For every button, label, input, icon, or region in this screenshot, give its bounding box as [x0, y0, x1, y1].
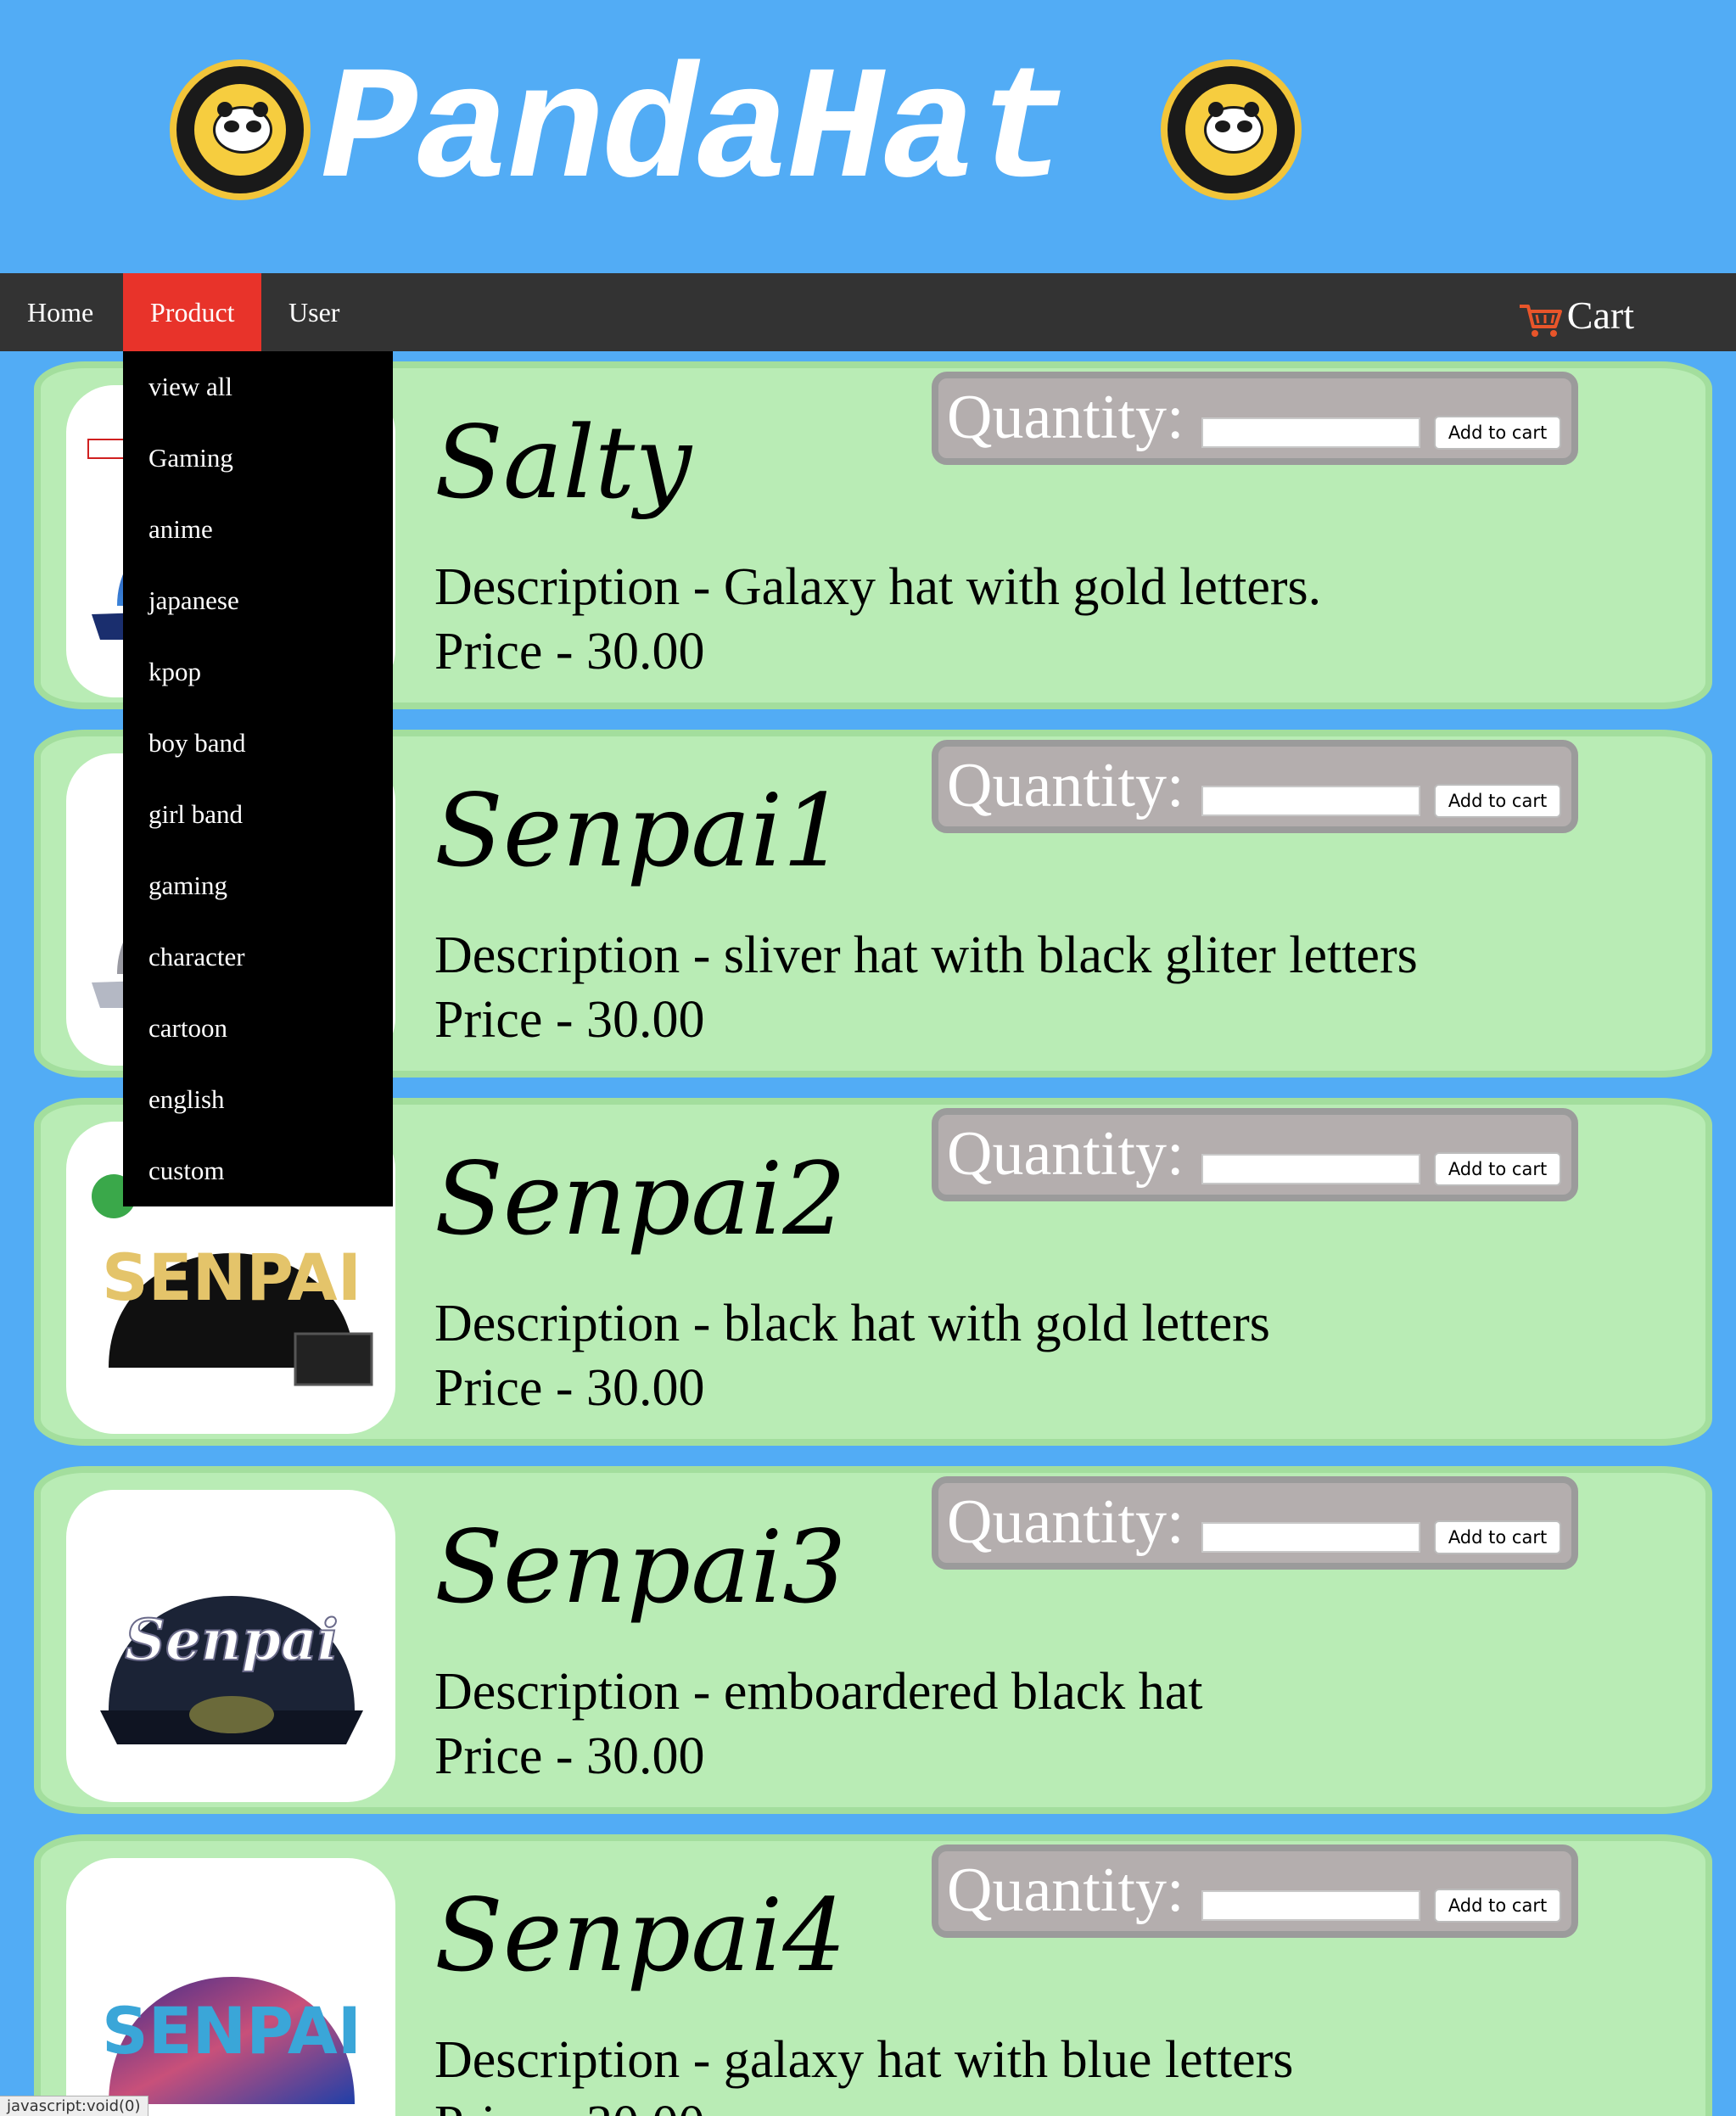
quantity-input[interactable]	[1201, 1890, 1420, 1921]
product-image[interactable]: SENPAI	[66, 1858, 395, 2116]
add-to-cart-button[interactable]: Add to cart	[1434, 784, 1561, 818]
dropdown-item-custom[interactable]: custom	[123, 1135, 393, 1206]
dropdown-item-girl-band[interactable]: girl band	[123, 779, 393, 850]
quantity-label: Quantity:	[947, 383, 1184, 452]
dropdown-item-cartoon[interactable]: cartoon	[123, 993, 393, 1064]
product-price: Price - 30.00	[434, 991, 705, 1049]
product-description: Description - Galaxy hat with gold lette…	[434, 558, 1322, 616]
shopping-cart-icon	[1518, 300, 1564, 338]
nav-cart[interactable]: Cart	[1518, 290, 1634, 341]
add-to-cart-button[interactable]: Add to cart	[1434, 1520, 1561, 1554]
product-description: Description - galaxy hat with blue lette…	[434, 2031, 1294, 2089]
svg-text:Senpai: Senpai	[125, 1607, 339, 1673]
product-name[interactable]: Senpai4	[434, 1872, 846, 1999]
hat-image-black-embroidered: Senpai	[100, 1596, 363, 1744]
dropdown-item-kpop[interactable]: kpop	[123, 636, 393, 708]
product-description: Description - black hat with gold letter…	[434, 1295, 1270, 1352]
quantity-box: Quantity: Add to cart	[932, 372, 1578, 465]
nav-home[interactable]: Home	[0, 273, 123, 351]
quantity-input[interactable]	[1201, 1154, 1420, 1184]
product-image[interactable]: Senpai	[66, 1490, 395, 1802]
panda-logo-right[interactable]	[1161, 59, 1302, 200]
svg-text:SENPAI: SENPAI	[102, 1240, 361, 1315]
dropdown-item-gaming[interactable]: gaming	[123, 850, 393, 921]
dropdown-item-japanese[interactable]: japanese	[123, 565, 393, 636]
dropdown-item-character[interactable]: character	[123, 921, 393, 993]
quantity-box: Quantity: Add to cart	[932, 1108, 1578, 1201]
site-title[interactable]: PandaHat	[321, 49, 1071, 219]
add-to-cart-button[interactable]: Add to cart	[1434, 1889, 1561, 1923]
dropdown-item-anime[interactable]: anime	[123, 494, 393, 565]
svg-text:SENPAI: SENPAI	[102, 1993, 361, 2068]
product-card: SENPAI Senpai4 Description - galaxy hat …	[34, 1834, 1712, 2116]
nav-cart-label: Cart	[1566, 294, 1634, 337]
product-name[interactable]: Senpai2	[434, 1135, 846, 1262]
quantity-input[interactable]	[1201, 786, 1420, 816]
quantity-label: Quantity:	[947, 1119, 1184, 1189]
quantity-label: Quantity:	[947, 1856, 1184, 1925]
quantity-box: Quantity: Add to cart	[932, 1845, 1578, 1938]
dropdown-item-gaming-upper[interactable]: Gaming	[123, 423, 393, 494]
nav-product[interactable]: Product	[123, 273, 261, 351]
product-name[interactable]: Senpai1	[434, 767, 846, 894]
panda-logo-left[interactable]	[170, 59, 311, 200]
quantity-box: Quantity: Add to cart	[932, 1476, 1578, 1570]
product-name[interactable]: Senpai3	[434, 1503, 846, 1631]
quantity-label: Quantity:	[947, 751, 1184, 820]
product-price: Price - 30.00	[434, 1727, 705, 1785]
add-to-cart-button[interactable]: Add to cart	[1434, 1152, 1561, 1186]
page: PandaHat Home Product User Cart Salty De…	[0, 0, 1736, 2116]
quantity-label: Quantity:	[947, 1487, 1184, 1557]
product-price: Price - 30.00	[434, 1359, 705, 1417]
product-price: Price - 30.00	[434, 2092, 705, 2116]
product-description: Description - sliver hat with black glit…	[434, 926, 1418, 984]
browser-status-bar: javascript:void(0)	[0, 2096, 148, 2116]
dropdown-item-english[interactable]: english	[123, 1064, 393, 1135]
dropdown-item-boy-band[interactable]: boy band	[123, 708, 393, 779]
quantity-input[interactable]	[1201, 417, 1420, 448]
product-dropdown-menu: view all Gaming anime japanese kpop boy …	[123, 351, 393, 1206]
product-description: Description - emboardered black hat	[434, 1663, 1203, 1721]
nav-user[interactable]: User	[261, 273, 367, 351]
product-name[interactable]: Salty	[434, 399, 692, 526]
site-header: PandaHat	[0, 0, 1736, 273]
main-navbar: Home Product User Cart	[0, 273, 1736, 351]
hat-image-galaxy-blue: SENPAI	[102, 1977, 361, 2104]
quantity-box: Quantity: Add to cart	[932, 740, 1578, 833]
dropdown-item-view-all[interactable]: view all	[123, 351, 393, 423]
quantity-input[interactable]	[1201, 1522, 1420, 1553]
product-price: Price - 30.00	[434, 623, 705, 680]
add-to-cart-button[interactable]: Add to cart	[1434, 416, 1561, 450]
product-card: Senpai Senpai3 Description - emboardered…	[34, 1466, 1712, 1814]
